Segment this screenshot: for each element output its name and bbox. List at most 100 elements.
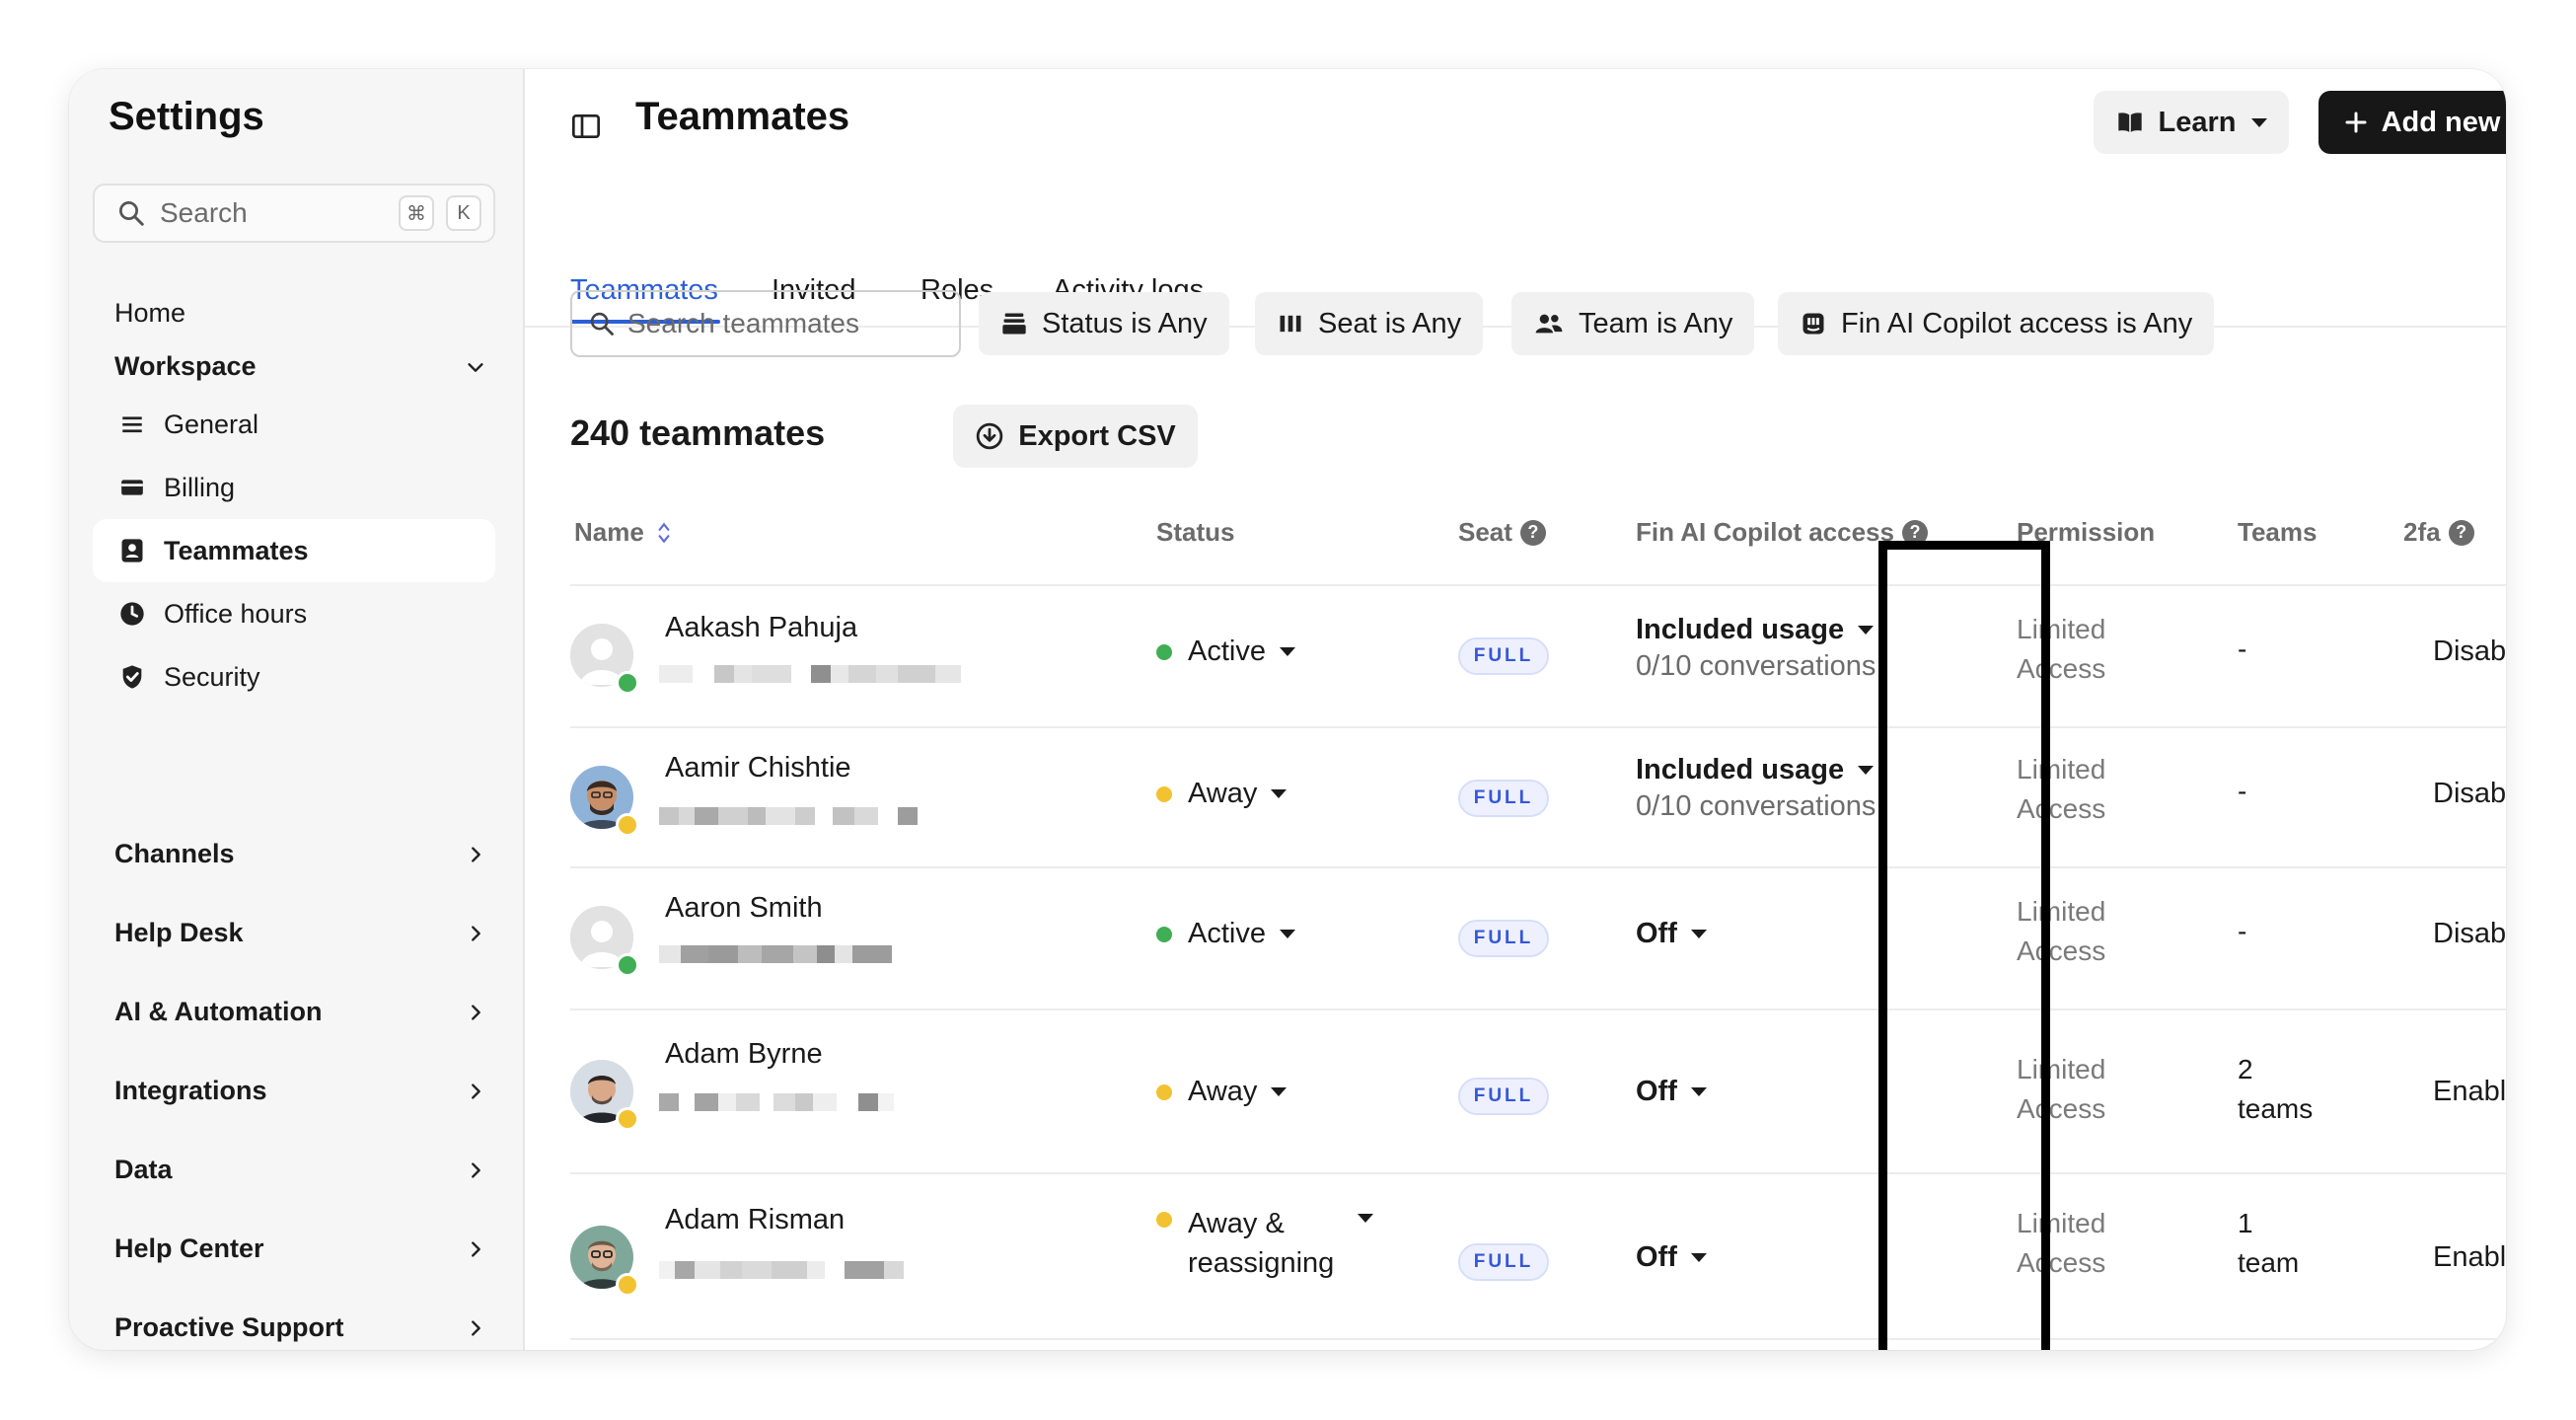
table-row[interactable]: Adam Byrne Away FULL Off Limited Access … (525, 1010, 2506, 1172)
search-icon (114, 196, 148, 230)
redacted-email (659, 945, 892, 963)
learn-label: Learn (2158, 106, 2237, 138)
column-header-seat[interactable]: Seat ? (1458, 517, 1546, 548)
copilot-dropdown[interactable]: Off (1636, 1076, 1707, 1108)
seat-filter[interactable]: Seat is Any (1255, 292, 1484, 355)
sidebar-group-label: Proactive Support (114, 1312, 344, 1342)
teams-cell[interactable]: 1 team (2238, 1204, 2299, 1283)
sidebar-item-office-hours[interactable]: Office hours (93, 582, 495, 645)
table-row[interactable]: Aakash Pahuja Active FULL Included usage… (525, 586, 2506, 726)
column-header-name[interactable]: Name (574, 517, 672, 548)
export-csv-button[interactable]: Export CSV (953, 405, 1198, 468)
status-dropdown[interactable]: Active (1156, 918, 1295, 950)
help-icon[interactable]: ? (1901, 519, 1928, 546)
sidebar-item-teammates[interactable]: Teammates (93, 519, 495, 582)
status-dot (1156, 785, 1172, 802)
copilot-filter-label: Fin AI Copilot access is Any (1841, 307, 2193, 339)
sidebar-group-proactive-support[interactable]: Proactive Support (114, 1312, 489, 1343)
status-dot (616, 813, 639, 837)
add-new-button[interactable]: Add new (2318, 91, 2506, 154)
team-filter-label: Team is Any (1579, 307, 1733, 339)
sidebar-item-billing[interactable]: Billing (93, 456, 495, 519)
sidebar-group-ai-automation[interactable]: AI & Automation (114, 997, 489, 1027)
card-icon (116, 472, 148, 503)
status-filter-label: Status is Any (1042, 307, 1208, 339)
sidebar-item-label: Office hours (164, 598, 308, 629)
copilot-dropdown[interactable]: Off (1636, 1241, 1707, 1274)
status-dropdown[interactable]: Away (1156, 778, 1288, 810)
column-header-teams[interactable]: Teams (2238, 517, 2317, 548)
shortcut-k-key: K (446, 195, 481, 231)
teams-line: teams (2238, 1093, 2314, 1124)
teams-cell: - (2238, 912, 2246, 951)
search-teammates-input[interactable]: Search teammates (570, 290, 961, 357)
sidebar-group-label: Integrations (114, 1076, 267, 1105)
sidebar-group-help-center[interactable]: Help Center (114, 1233, 489, 1264)
teams-cell: - (2238, 630, 2246, 669)
status-dropdown[interactable]: Away (1156, 1076, 1288, 1108)
column-header-permission[interactable]: Permission (2017, 517, 2155, 548)
permission-line: Limited (2017, 614, 2106, 644)
teammate-name[interactable]: Adam Risman (665, 1204, 845, 1236)
book-icon (2115, 109, 2145, 136)
team-filter[interactable]: Team is Any (1511, 292, 1755, 355)
permission-cell: Limited Access (2017, 750, 2105, 829)
sidebar-toggle-icon[interactable] (570, 111, 602, 147)
person-badge-icon (116, 535, 148, 566)
sidebar-item-label: Teammates (164, 535, 309, 565)
copilot-filter[interactable]: Fin AI Copilot access is Any (1778, 292, 2215, 355)
chevron-right-icon (462, 999, 489, 1026)
copilot-value: Off (1636, 1076, 1677, 1107)
teams-line: 1 (2238, 1208, 2253, 1238)
page-title: Teammates (635, 95, 850, 138)
column-header-copilot[interactable]: Fin AI Copilot access ? (1636, 517, 1928, 548)
help-icon[interactable]: ? (1519, 519, 1546, 546)
table-row[interactable]: Adam Risman Away & reassigning FULL Off … (525, 1174, 2506, 1338)
add-new-label: Add new (2381, 106, 2501, 138)
teams-cell: - (2238, 772, 2246, 811)
permission-line: Access (2017, 793, 2106, 824)
teammate-name[interactable]: Aaron Smith (665, 892, 823, 925)
column-label: Fin AI Copilot access (1636, 517, 1894, 547)
copilot-dropdown[interactable]: Included usage 0/10 conversations (1636, 614, 1876, 683)
column-label: Seat (1458, 517, 1512, 547)
settings-sidebar: Settings Search ⌘ K Home Workspace Gener… (69, 69, 525, 1350)
chevron-right-icon (462, 920, 489, 947)
sidebar-group-data[interactable]: Data (114, 1155, 489, 1185)
column-header-status[interactable]: Status (1156, 517, 1234, 548)
copilot-dropdown[interactable]: Off (1636, 918, 1707, 950)
sidebar-item-home[interactable]: Home (114, 298, 185, 329)
table-row[interactable]: Aaron Smith Active FULL Off Limited Acce… (525, 868, 2506, 1009)
export-csv-label: Export CSV (1018, 419, 1176, 452)
sidebar-group-integrations[interactable]: Integrations (114, 1076, 489, 1106)
plus-icon (2344, 111, 2368, 134)
seat-badge: FULL (1458, 1243, 1549, 1281)
sidebar-group-workspace[interactable]: Workspace (114, 351, 489, 382)
sidebar-search-input[interactable]: Search ⌘ K (93, 184, 495, 243)
sidebar-item-general[interactable]: General (93, 393, 495, 456)
teammate-name[interactable]: Aamir Chishtie (665, 752, 851, 785)
status-label: Active (1188, 635, 1266, 667)
redacted-email (659, 1093, 894, 1111)
learn-button[interactable]: Learn (2094, 91, 2289, 154)
teams-cell[interactable]: 2 teams (2238, 1050, 2313, 1129)
sidebar-group-label: Help Desk (114, 918, 244, 947)
permission-cell: Limited Access (2017, 892, 2105, 971)
status-dropdown[interactable]: Active (1156, 635, 1295, 668)
sidebar-item-security[interactable]: Security (93, 645, 495, 709)
copilot-dropdown[interactable]: Included usage 0/10 conversations (1636, 754, 1876, 823)
sidebar-group-channels[interactable]: Channels (114, 839, 489, 869)
table-row[interactable]: Aamir Chishtie Away FULL Included usage … (525, 728, 2506, 866)
status-dropdown[interactable]: Away & reassigning (1156, 1204, 1374, 1283)
help-icon[interactable]: ? (2448, 519, 2474, 546)
caret-down-icon (1358, 1214, 1374, 1223)
caret-down-icon (1690, 1087, 1707, 1096)
teammate-name[interactable]: Aakash Pahuja (665, 612, 857, 644)
teammate-name[interactable]: Adam Byrne (665, 1038, 823, 1071)
status-dot (1156, 643, 1172, 660)
status-filter[interactable]: Status is Any (979, 292, 1229, 355)
search-teammates-placeholder: Search teammates (627, 308, 859, 338)
sidebar-group-help-desk[interactable]: Help Desk (114, 918, 489, 948)
copilot-icon (1800, 310, 1827, 337)
column-header-2fa[interactable]: 2fa ? (2403, 517, 2474, 548)
